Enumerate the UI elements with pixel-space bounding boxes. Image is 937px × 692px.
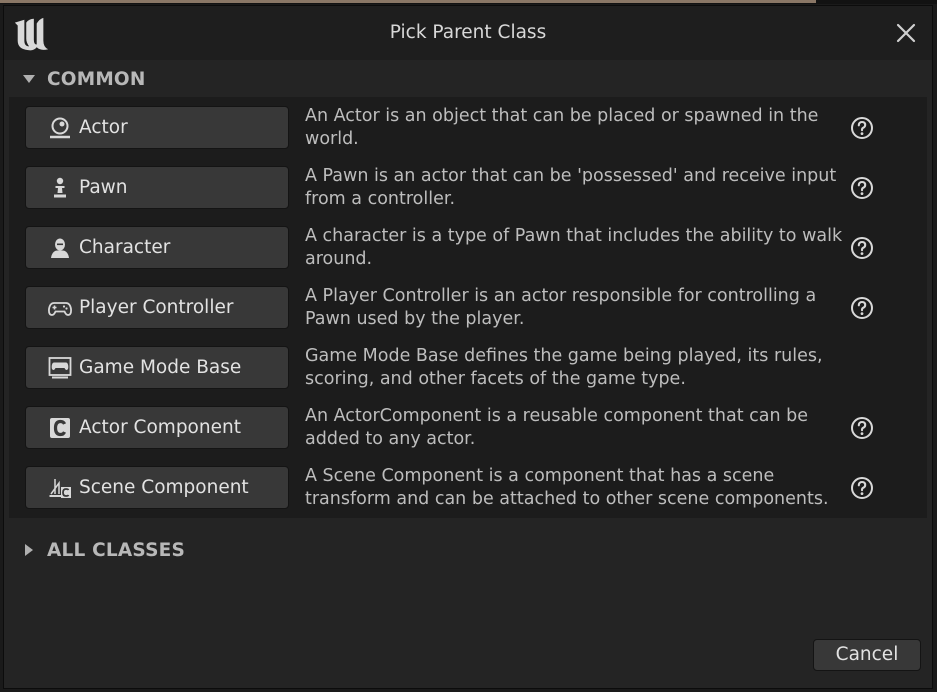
class-label: Player Controller <box>79 297 234 318</box>
dialog-title: Pick Parent Class <box>389 22 547 43</box>
help-icon[interactable] <box>850 176 874 200</box>
all-classes-section-header[interactable]: ALL CLASSES <box>4 534 185 566</box>
class-description: A Pawn is an actor that can be 'possesse… <box>305 166 837 209</box>
common-section-header[interactable]: COMMON <box>4 63 932 95</box>
chevron-right-icon <box>25 544 33 556</box>
class-label: Scene Component <box>79 477 249 498</box>
title-bar[interactable]: Pick Parent Class <box>4 6 932 60</box>
class-label: Actor <box>79 117 128 138</box>
help-icon[interactable] <box>850 476 874 500</box>
class-row-game-mode-base: Game Mode Base Game Mode Base defines th… <box>9 337 927 397</box>
class-description: A character is a type of Pawn that inclu… <box>305 226 843 269</box>
actor-component-class-button[interactable]: Actor Component <box>25 406 289 449</box>
common-class-list: Actor An Actor is an object that can be … <box>9 97 927 518</box>
class-row-character: Character A character is a type of Pawn … <box>9 217 927 277</box>
class-description: An ActorComponent is a reusable componen… <box>305 406 809 449</box>
scene-component-class-button[interactable]: Scene Component <box>25 466 289 509</box>
class-label: Game Mode Base <box>79 357 242 378</box>
class-description: A Player Controller is an actor responsi… <box>305 286 817 329</box>
class-row-actor: Actor An Actor is an object that can be … <box>9 97 927 157</box>
cancel-button[interactable]: Cancel <box>813 639 921 671</box>
class-description: Game Mode Base defines the game being pl… <box>305 346 823 389</box>
actor-class-button[interactable]: Actor <box>25 106 289 149</box>
scene-component-icon <box>49 478 71 498</box>
class-label: Character <box>79 237 171 258</box>
character-class-button[interactable]: Character <box>25 226 289 269</box>
game-mode-base-class-button[interactable]: Game Mode Base <box>25 346 289 389</box>
actor-icon <box>50 117 70 138</box>
background-strip <box>0 0 937 4</box>
class-label: Actor Component <box>79 417 241 438</box>
class-description: An Actor is an object that can be placed… <box>305 106 819 149</box>
gamepad-icon <box>48 301 72 316</box>
class-row-player-controller: Player Controller A Player Controller is… <box>9 277 927 337</box>
close-icon[interactable] <box>895 22 917 44</box>
help-icon[interactable] <box>850 236 874 260</box>
class-description: A Scene Component is a component that ha… <box>305 466 829 509</box>
pawn-icon <box>54 177 66 197</box>
chevron-down-icon <box>23 75 35 83</box>
common-section-label: COMMON <box>47 68 146 90</box>
background-image <box>0 0 816 3</box>
class-row-actor-component: Actor Component An ActorComponent is a r… <box>9 397 927 457</box>
game-mode-icon <box>48 356 72 378</box>
class-row-pawn: Pawn A Pawn is an actor that can be 'pos… <box>9 157 927 217</box>
help-icon[interactable] <box>850 416 874 440</box>
character-icon <box>51 238 69 258</box>
help-icon[interactable] <box>850 116 874 140</box>
all-classes-section-label: ALL CLASSES <box>47 539 185 561</box>
class-row-scene-component: Scene Component A Scene Component is a c… <box>9 457 927 517</box>
help-icon[interactable] <box>850 296 874 320</box>
actor-component-icon <box>50 417 70 438</box>
pick-parent-class-dialog: Pick Parent Class COMMON Actor An Actor … <box>3 5 933 689</box>
pawn-class-button[interactable]: Pawn <box>25 166 289 209</box>
player-controller-class-button[interactable]: Player Controller <box>25 286 289 329</box>
class-label: Pawn <box>79 177 128 198</box>
